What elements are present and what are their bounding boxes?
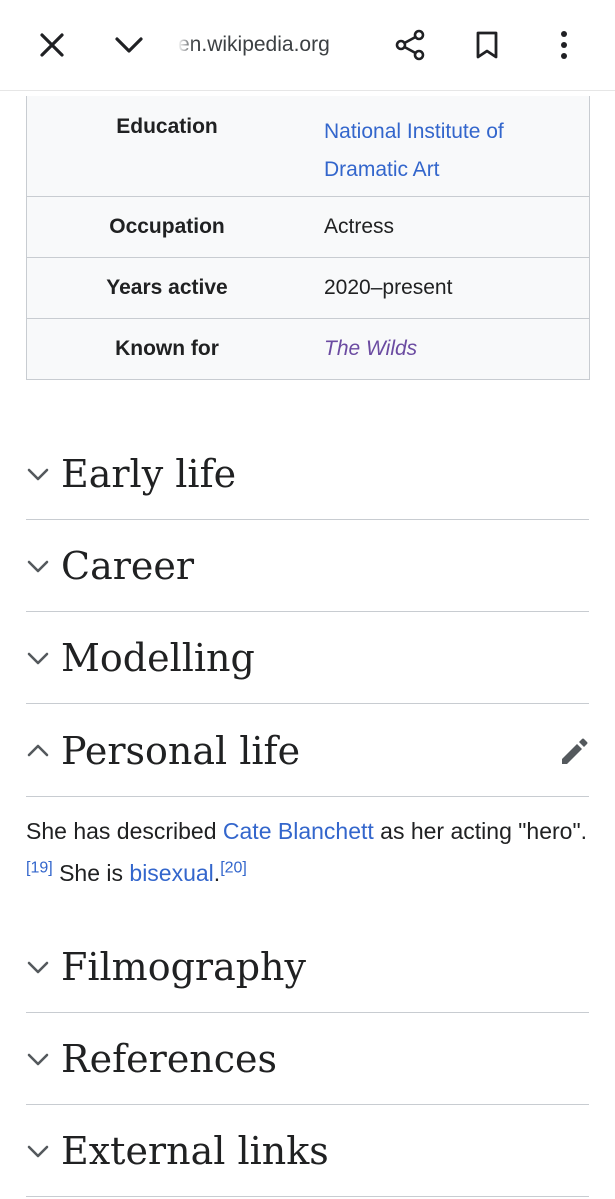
education-link[interactable]: National Institute of Dramatic Art (324, 120, 504, 181)
known-for-link[interactable]: The Wilds (324, 337, 417, 360)
section-early-life[interactable]: Early life (26, 428, 589, 520)
section-title: References (61, 1037, 278, 1081)
chevron-down-icon (27, 560, 49, 573)
section-title: Modelling (61, 636, 255, 680)
section-title: Career (61, 544, 195, 588)
chevron-down-icon (27, 468, 49, 481)
chevron-down-icon (115, 37, 143, 53)
section-divider (26, 1196, 589, 1197)
infobox-row-years-active: Years active 2020–present (27, 257, 589, 318)
citation-20-link[interactable]: [20] (220, 859, 247, 876)
bookmark-button[interactable] (463, 21, 511, 69)
infobox-label: Education (116, 115, 218, 138)
section-divider (26, 796, 589, 797)
cate-blanchett-link[interactable]: Cate Blanchett (223, 818, 374, 844)
url-fade (178, 30, 194, 60)
section-divider (26, 703, 589, 704)
infobox-label: Years active (106, 276, 228, 299)
section-title: Personal life (61, 729, 301, 773)
chevron-down-icon (27, 961, 49, 974)
section-career[interactable]: Career (26, 520, 589, 612)
edit-section-button[interactable] (559, 737, 589, 767)
pencil-icon (562, 738, 588, 764)
share-button[interactable] (386, 21, 434, 69)
infobox-value: Actress (324, 215, 395, 238)
section-title: Early life (61, 452, 237, 496)
infobox-row-education: Education National Institute of Dramatic … (27, 96, 589, 196)
infobox-label: Occupation (109, 215, 225, 238)
chevron-down-icon (27, 1053, 49, 1066)
section-filmography[interactable]: Filmography (26, 921, 589, 1013)
chevron-up-icon (27, 744, 49, 757)
chevron-down-icon (27, 1145, 49, 1158)
section-references[interactable]: References (26, 1013, 589, 1105)
infobox-value: 2020–present (324, 276, 453, 299)
section-external-links[interactable]: External links (26, 1105, 589, 1197)
infobox-row-known-for: Known for The Wilds (27, 318, 589, 379)
url-text[interactable]: en.wikipedia.org (178, 30, 348, 60)
chevron-down-icon (27, 652, 49, 665)
personal-life-paragraph: She has described Cate Blanchett as her … (26, 818, 588, 886)
bookmark-icon (476, 31, 498, 59)
infobox-row-occupation: Occupation Actress (27, 196, 589, 257)
section-title: Filmography (61, 945, 306, 989)
share-icon (395, 29, 425, 61)
more-vert-icon (561, 31, 567, 59)
infobox-value: The Wilds (307, 319, 589, 379)
close-button[interactable] (28, 21, 76, 69)
section-title: External links (61, 1129, 329, 1173)
section-modelling[interactable]: Modelling (26, 612, 589, 704)
citation-19-link[interactable]: [19] (26, 859, 53, 876)
infobox-label: Known for (115, 337, 219, 360)
infobox-table: Education National Institute of Dramatic … (26, 96, 590, 380)
browser-toolbar: en.wikipedia.org (0, 0, 615, 91)
bisexual-link[interactable]: bisexual (129, 860, 213, 886)
more-options-button[interactable] (540, 21, 588, 69)
minimize-button[interactable] (105, 21, 153, 69)
section-personal-life[interactable]: Personal life (26, 705, 589, 797)
close-icon (40, 33, 64, 57)
infobox-value: National Institute of Dramatic Art (307, 96, 589, 196)
